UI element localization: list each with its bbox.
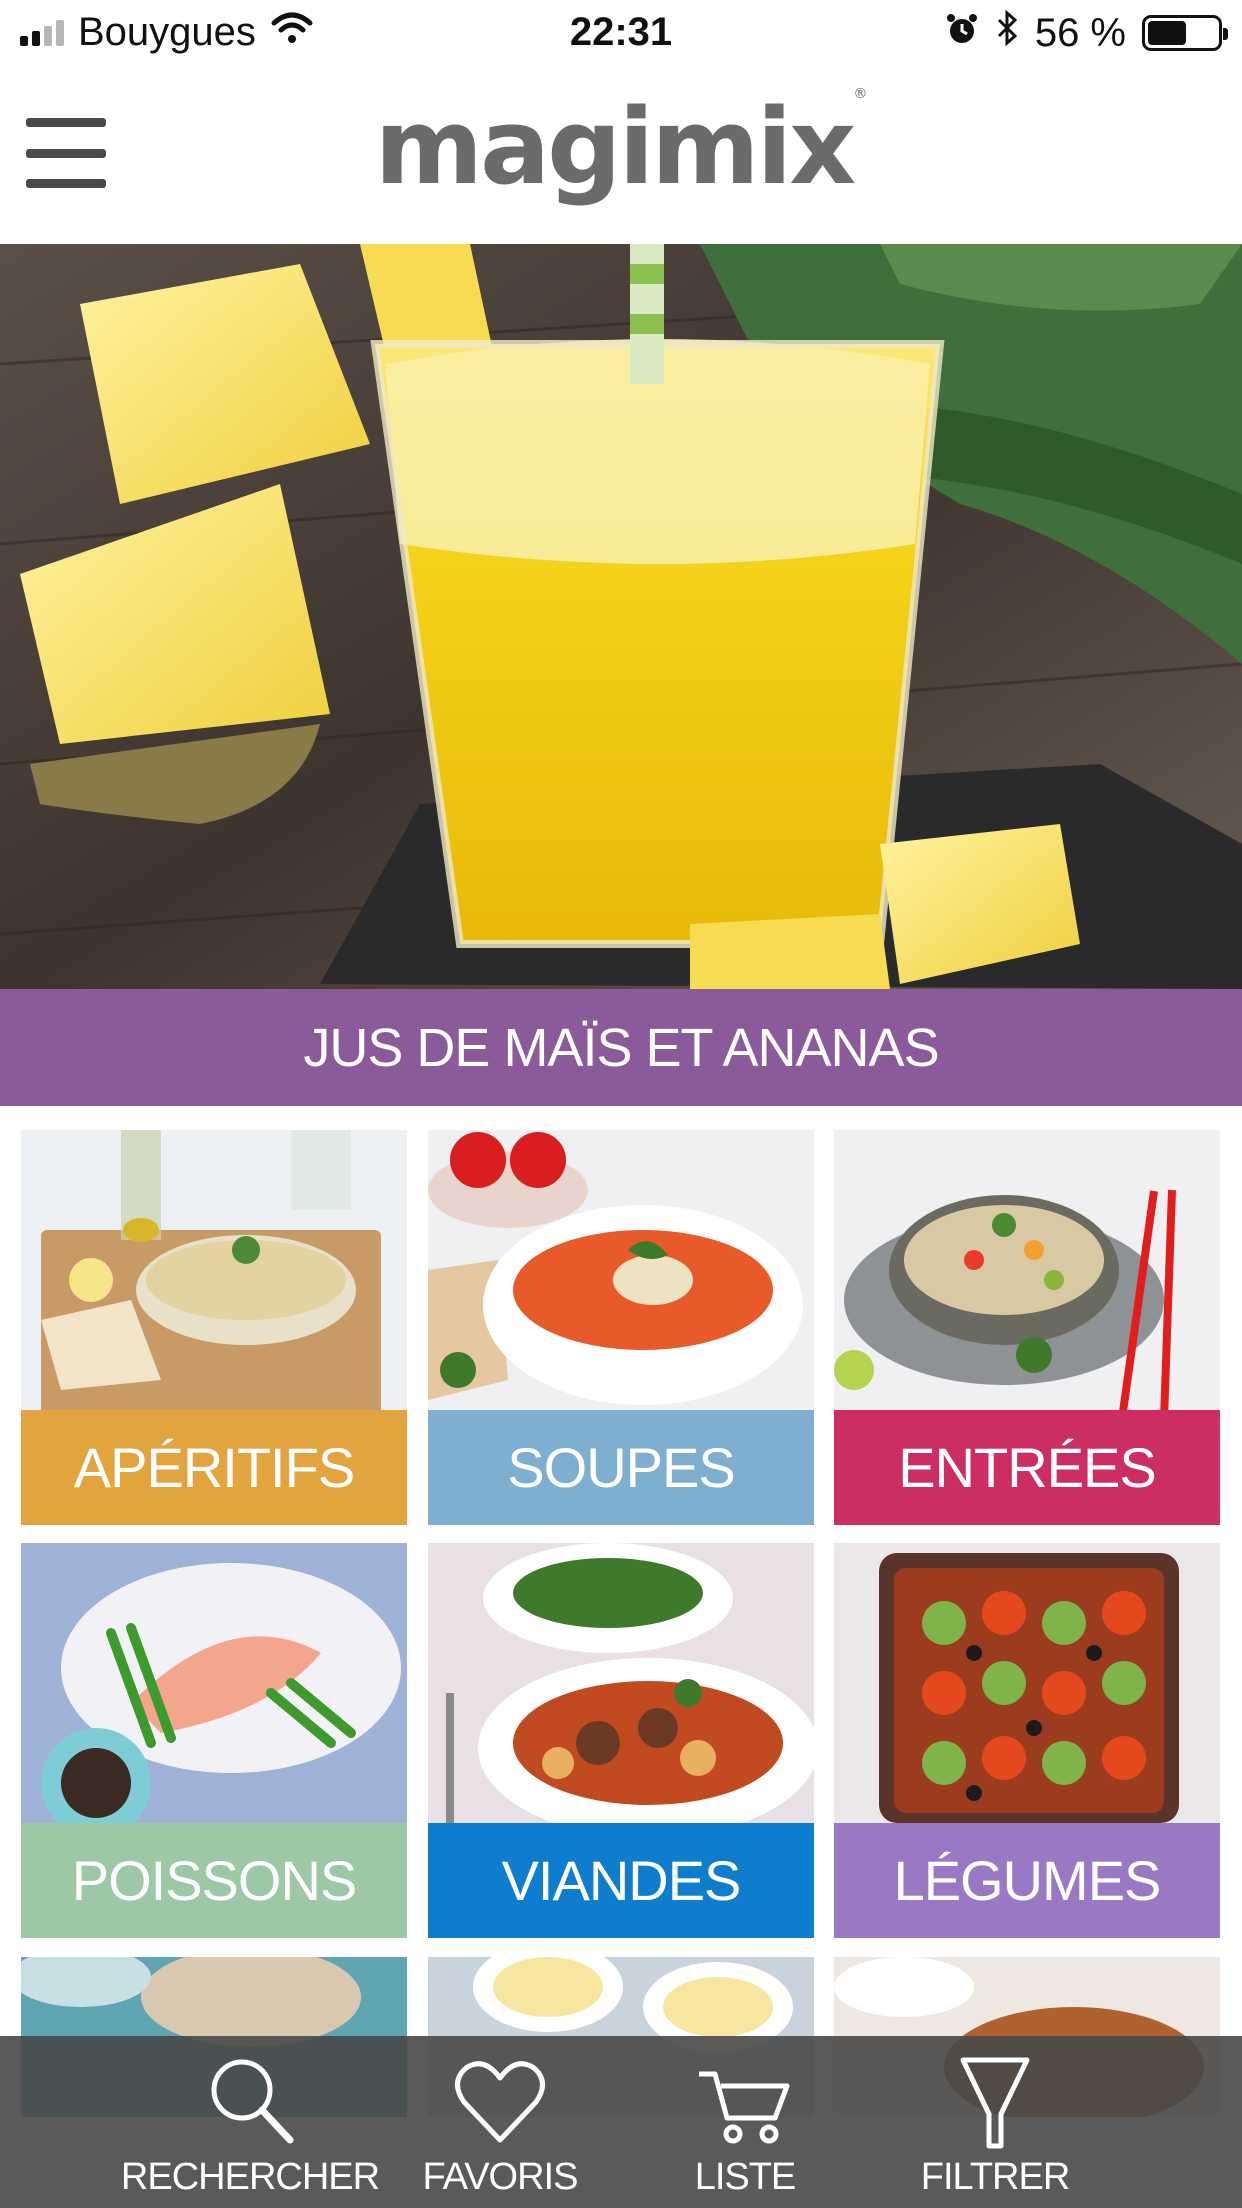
category-tile-legumes[interactable]: LÉGUMES <box>834 1543 1220 1938</box>
entrees-photo <box>834 1130 1220 1410</box>
category-tile-soupes[interactable]: SOUPES <box>428 1130 814 1525</box>
brand-logo: magimix® <box>0 86 1242 208</box>
soupes-photo <box>428 1130 814 1410</box>
hero-photo <box>0 244 1242 989</box>
featured-recipe-title[interactable]: JUS DE MAÏS ET ANANAS <box>0 989 1242 1106</box>
heart-icon <box>455 2061 545 2143</box>
category-tile-aperitifs[interactable]: APÉRITIFS <box>21 1130 407 1525</box>
category-label: LÉGUMES <box>834 1823 1220 1938</box>
tab-label: LISTE <box>694 2156 797 2198</box>
category-label: SOUPES <box>428 1410 814 1525</box>
category-label: ENTRÉES <box>834 1410 1220 1525</box>
category-label: POISSONS <box>21 1823 407 1938</box>
alarm-icon <box>945 11 979 56</box>
battery-icon <box>1142 15 1228 51</box>
tab-favoris[interactable]: FAVORIS <box>410 2052 590 2202</box>
logo-text: magimix <box>374 86 857 208</box>
status-right: 56 % <box>945 9 1228 56</box>
category-tile-poissons[interactable]: POISSONS <box>21 1543 407 1938</box>
legumes-photo <box>834 1543 1220 1823</box>
tab-filtrer[interactable]: FILTRER <box>900 2052 1090 2202</box>
filter-icon <box>960 2057 1030 2149</box>
viandes-photo <box>428 1543 814 1823</box>
category-label: VIANDES <box>428 1823 814 1938</box>
category-tile-entrees[interactable]: ENTRÉES <box>834 1130 1220 1525</box>
tab-label: FAVORIS <box>422 2156 579 2198</box>
category-tile-viandes[interactable]: VIANDES <box>428 1543 814 1938</box>
bottom-tab-bar: RECHERCHER FAVORIS LISTE FILTRER <box>0 2036 1242 2208</box>
battery-fill <box>1148 21 1187 45</box>
poissons-photo <box>21 1543 407 1823</box>
tab-label: FILTRER <box>920 2156 1071 2198</box>
tab-rechercher[interactable]: RECHERCHER <box>120 2052 380 2202</box>
status-bar: Bouygues 22:31 56 % <box>0 0 1242 66</box>
cart-icon <box>699 2071 790 2144</box>
logo-registered-mark: ® <box>853 86 868 102</box>
bluetooth-icon <box>995 9 1019 56</box>
search-icon <box>211 2059 294 2144</box>
tab-label: RECHERCHER <box>120 2156 380 2198</box>
battery-percent: 56 % <box>1034 10 1126 55</box>
hero-image[interactable] <box>0 244 1242 989</box>
tab-liste[interactable]: LISTE <box>660 2052 830 2202</box>
aperitifs-photo <box>21 1130 407 1410</box>
category-label: APÉRITIFS <box>21 1410 407 1525</box>
app-header: magimix® <box>0 66 1242 244</box>
